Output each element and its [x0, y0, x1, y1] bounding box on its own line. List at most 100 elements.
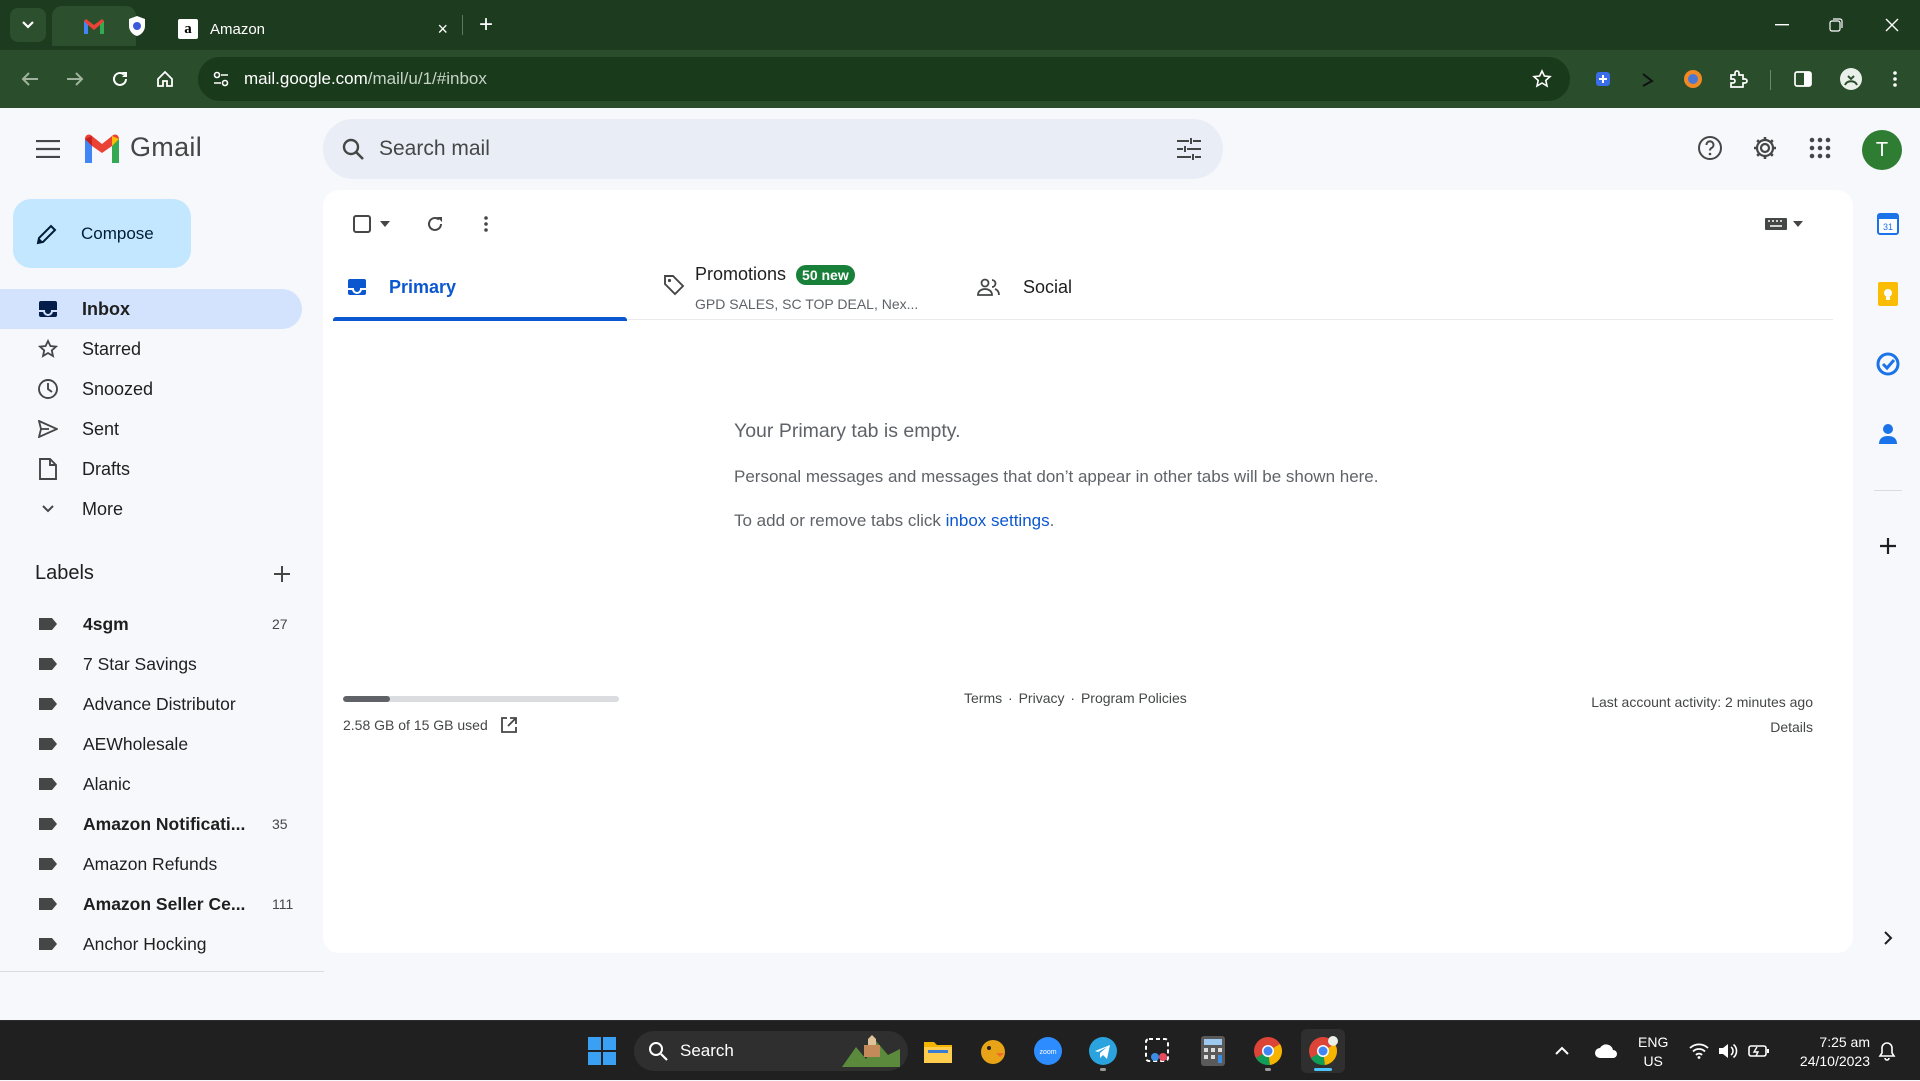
- restore-button[interactable]: [1816, 10, 1856, 40]
- taskbar-search[interactable]: Search: [634, 1031, 908, 1071]
- nav-item-label: More: [82, 498, 124, 519]
- chrome-menu-button[interactable]: [1878, 62, 1912, 96]
- taskbar-zoom[interactable]: zoom: [1026, 1029, 1070, 1073]
- label-item[interactable]: Alanic: [0, 764, 305, 804]
- side-panel-button[interactable]: [1786, 62, 1820, 96]
- gmail-logo[interactable]: Gmail: [82, 132, 202, 163]
- running-indicator: [1100, 1068, 1106, 1071]
- site-info-icon: [213, 71, 229, 87]
- nav-item-starred[interactable]: Starred: [0, 329, 302, 369]
- label-name: 4sgm: [83, 613, 129, 634]
- main-menu-button[interactable]: [30, 134, 66, 164]
- nav-item-inbox[interactable]: Inbox: [0, 289, 302, 329]
- calendar-app-button[interactable]: 31: [1872, 208, 1904, 240]
- extension-2-button[interactable]: [1631, 62, 1665, 96]
- address-bar[interactable]: mail.google.com/mail/u/1/#inbox: [198, 57, 1570, 101]
- chevron-down-icon: [36, 497, 60, 521]
- back-button[interactable]: [13, 62, 47, 96]
- pinned-tab-extension[interactable]: [112, 6, 162, 46]
- folder-icon: [924, 1042, 952, 1063]
- tab-search-button[interactable]: [10, 8, 46, 42]
- tab-promotions-label: Promotions: [695, 264, 787, 284]
- network-tray[interactable]: [1689, 1021, 1709, 1081]
- get-addons-button[interactable]: [1872, 530, 1904, 562]
- label-item[interactable]: AEWholesale: [0, 724, 305, 764]
- volume-tray[interactable]: [1718, 1021, 1738, 1081]
- search-bar[interactable]: [323, 119, 1223, 179]
- more-actions-button[interactable]: [466, 204, 506, 244]
- keep-app-button[interactable]: [1872, 278, 1904, 310]
- taskbar-calculator[interactable]: [1191, 1029, 1235, 1073]
- taskbar-chrome-2[interactable]: [1301, 1029, 1345, 1073]
- label-item[interactable]: 4sgm 27: [0, 604, 305, 644]
- extension-1-button[interactable]: [1586, 62, 1620, 96]
- taskbar-file-explorer[interactable]: [916, 1029, 960, 1073]
- tasks-app-button[interactable]: [1872, 348, 1904, 380]
- tab-close-button[interactable]: ×: [437, 19, 448, 40]
- nav-item-label: Sent: [82, 418, 120, 439]
- contacts-app-button[interactable]: [1872, 418, 1904, 450]
- nav-item-sent[interactable]: Sent: [0, 409, 302, 449]
- label-item[interactable]: Anchor Hocking: [0, 924, 305, 964]
- wifi-icon: [1689, 1043, 1709, 1059]
- nav-item-drafts[interactable]: Drafts: [0, 449, 302, 489]
- input-tools-button[interactable]: [1759, 204, 1809, 244]
- language-indicator[interactable]: ENG US: [1638, 1033, 1668, 1071]
- nav-item-snoozed[interactable]: Snoozed: [0, 369, 302, 409]
- support-button[interactable]: [1690, 128, 1730, 168]
- taskbar-telegram[interactable]: [1081, 1029, 1125, 1073]
- extensions-button[interactable]: [1721, 62, 1755, 96]
- start-button[interactable]: [580, 1029, 624, 1073]
- hide-side-panel-button[interactable]: [1872, 922, 1904, 954]
- taskbar-clock[interactable]: 7:25 am 24/10/2023: [1800, 1033, 1870, 1071]
- send-icon: [36, 417, 60, 441]
- notifications-button[interactable]: [1878, 1021, 1896, 1081]
- taskbar-chrome-1[interactable]: [1246, 1029, 1290, 1073]
- compose-button[interactable]: Compose: [13, 199, 191, 268]
- pencil-icon: [36, 224, 57, 244]
- tab-social[interactable]: Social: [963, 254, 1253, 320]
- taskbar-app-duck[interactable]: [971, 1029, 1015, 1073]
- settings-button[interactable]: [1745, 128, 1785, 168]
- label-tag-icon: [39, 618, 57, 630]
- chrome-icon: [1254, 1037, 1282, 1066]
- search-input[interactable]: [379, 137, 1079, 161]
- inbox-settings-link[interactable]: inbox settings: [946, 511, 1050, 530]
- show-hidden-icons-button[interactable]: [1554, 1021, 1570, 1081]
- program-policies-link[interactable]: Program Policies: [1081, 690, 1187, 706]
- search-highlight-illustration-icon: [842, 1035, 900, 1067]
- terms-link[interactable]: Terms: [964, 690, 1002, 706]
- nav-item-more[interactable]: More: [0, 489, 302, 529]
- close-window-button[interactable]: [1872, 10, 1912, 40]
- onedrive-tray[interactable]: [1594, 1021, 1618, 1081]
- zoom-icon: zoom: [1034, 1037, 1062, 1065]
- extension-3-button[interactable]: [1676, 62, 1710, 96]
- select-all-checkbox[interactable]: [343, 204, 399, 244]
- tab-primary[interactable]: Primary: [333, 254, 627, 321]
- label-item[interactable]: Advance Distributor: [0, 684, 305, 724]
- label-item[interactable]: Amazon Notificati... 35: [0, 804, 305, 844]
- label-tag-icon: [39, 898, 57, 910]
- taskbar-snipping-tool[interactable]: [1136, 1029, 1180, 1073]
- details-link[interactable]: Details: [1591, 715, 1813, 740]
- google-apps-button[interactable]: [1800, 128, 1840, 168]
- add-label-icon[interactable]: [273, 565, 291, 583]
- label-tag-icon: [39, 818, 57, 830]
- external-link-icon[interactable]: [500, 716, 518, 734]
- account-avatar[interactable]: T: [1862, 130, 1902, 170]
- refresh-button[interactable]: [415, 204, 455, 244]
- privacy-link[interactable]: Privacy: [1019, 690, 1065, 706]
- battery-tray[interactable]: [1748, 1021, 1770, 1081]
- tab-promotions[interactable]: Promotions 50 new GPD SALES, SC TOP DEAL…: [649, 254, 949, 320]
- new-tab-button[interactable]: +: [472, 12, 500, 40]
- minimize-button[interactable]: [1762, 10, 1802, 40]
- tab-amazon[interactable]: a Amazon ×: [166, 8, 460, 50]
- reload-button[interactable]: [103, 62, 137, 96]
- label-item[interactable]: 7 Star Savings: [0, 644, 305, 684]
- profile-button[interactable]: [1834, 62, 1868, 96]
- label-item[interactable]: Amazon Refunds: [0, 844, 305, 884]
- gmail-header: Gmail T: [0, 108, 1920, 190]
- label-item[interactable]: Amazon Seller Ce... 111: [0, 884, 305, 924]
- home-button[interactable]: [148, 62, 182, 96]
- forward-button[interactable]: [58, 62, 92, 96]
